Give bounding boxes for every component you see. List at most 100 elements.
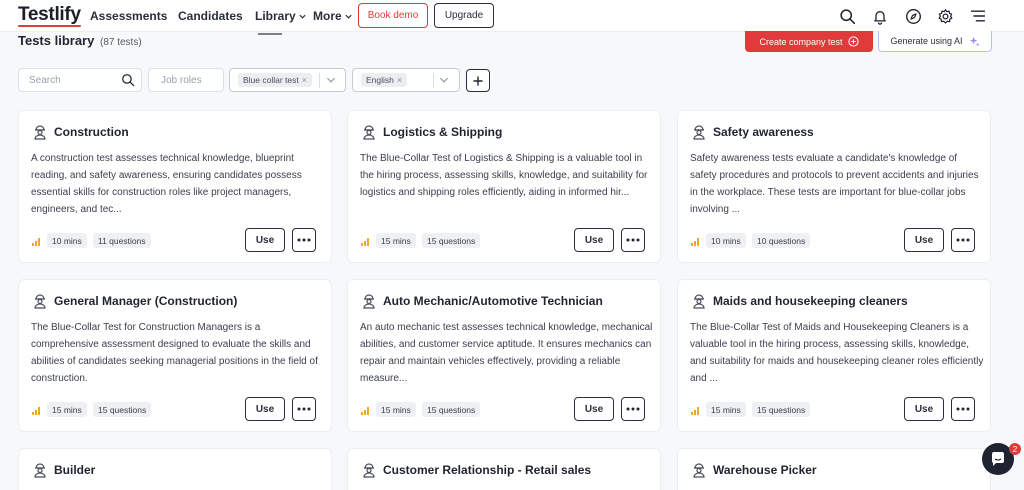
worker-icon	[693, 294, 705, 309]
job-roles-field[interactable]	[148, 68, 224, 92]
worker-icon	[34, 463, 46, 478]
card-description: The Blue-Collar Test of Maids and Housek…	[690, 322, 984, 384]
nav-assessments[interactable]: Assessments	[90, 9, 167, 23]
test-card[interactable]: Construction A construction test assesse…	[18, 110, 332, 263]
select-divider	[319, 73, 320, 88]
more-dots-icon	[297, 407, 311, 411]
category-chip: Blue collar test ×	[238, 73, 313, 87]
test-card[interactable]: Warehouse Picker	[677, 448, 991, 490]
worker-icon	[363, 463, 375, 478]
card-title: Customer Relationship - Retail sales	[383, 463, 592, 477]
search-input[interactable]	[29, 74, 119, 86]
use-button[interactable]: Use	[245, 228, 285, 252]
worker-icon	[34, 294, 46, 309]
card-title: Warehouse Picker	[713, 463, 817, 477]
upgrade-button[interactable]: Upgrade	[434, 3, 494, 28]
chat-unread-badge: 2	[1009, 443, 1021, 455]
use-button[interactable]: Use	[904, 228, 944, 252]
test-count: (87 tests)	[99, 37, 142, 48]
card-description: The Blue-Collar Test of Logistics & Ship…	[360, 153, 648, 198]
questions-chip: 10 questions	[752, 233, 811, 248]
test-card[interactable]: General Manager (Construction) The Blue-…	[18, 279, 332, 432]
more-dots-icon	[956, 407, 970, 411]
language-select[interactable]: English ×	[352, 68, 460, 92]
compass-icon[interactable]	[903, 6, 923, 26]
card-title: General Manager (Construction)	[54, 294, 238, 308]
more-options-button[interactable]	[292, 228, 316, 252]
generate-using-ai-button[interactable]: Generate using AI	[878, 31, 992, 52]
difficulty-bars-icon	[361, 407, 369, 415]
sparkle-icon	[969, 36, 980, 47]
difficulty-bars-icon	[691, 407, 699, 415]
testlify-logo[interactable]: Testlify	[18, 4, 81, 27]
language-chip: English ×	[361, 73, 408, 87]
chevron-down-icon	[299, 14, 306, 19]
use-button[interactable]: Use	[574, 397, 614, 421]
worker-icon	[363, 125, 375, 140]
use-button[interactable]: Use	[574, 228, 614, 252]
select-divider	[433, 73, 434, 88]
more-dots-icon	[956, 238, 970, 242]
test-card[interactable]: Logistics & Shipping The Blue-Collar Tes…	[347, 110, 661, 263]
duration-chip: 10 mins	[706, 233, 746, 248]
questions-chip: 15 questions	[752, 402, 811, 417]
more-options-button[interactable]	[621, 228, 645, 252]
difficulty-bars-icon	[361, 238, 369, 246]
card-description: An auto mechanic test assesses technical…	[360, 322, 653, 384]
test-card[interactable]: Maids and housekeeping cleaners The Blue…	[677, 279, 991, 432]
card-description: The Blue-Collar Test for Construction Ma…	[31, 322, 318, 384]
more-dots-icon	[297, 238, 311, 242]
job-roles-input[interactable]	[161, 74, 221, 86]
worker-icon	[693, 463, 705, 478]
logo-underline	[18, 25, 81, 27]
card-title: Logistics & Shipping	[383, 125, 503, 139]
more-options-button[interactable]	[951, 228, 975, 252]
menu-icon[interactable]	[968, 6, 988, 26]
card-title: Auto Mechanic/Automotive Technician	[383, 294, 603, 308]
more-options-button[interactable]	[292, 397, 316, 421]
add-filter-button[interactable]	[466, 69, 490, 92]
duration-chip: 15 mins	[706, 402, 746, 417]
difficulty-bars-icon	[691, 238, 699, 246]
chevron-down-icon[interactable]	[325, 74, 337, 86]
top-navbar: Testlify Assessments Candidates Library …	[0, 0, 1024, 32]
search-field[interactable]	[18, 68, 142, 92]
chevron-down-icon[interactable]	[438, 74, 450, 86]
card-title: Construction	[54, 125, 129, 139]
plus-circle-icon	[847, 36, 859, 47]
chip-remove-icon[interactable]: ×	[302, 75, 307, 85]
worker-icon	[693, 125, 705, 140]
book-demo-button[interactable]: Book demo	[358, 3, 428, 28]
nav-library[interactable]: Library	[255, 9, 307, 23]
plus-icon	[473, 76, 483, 85]
chat-icon	[991, 452, 1004, 466]
gear-icon[interactable]	[935, 6, 955, 26]
bell-icon[interactable]	[870, 6, 890, 26]
category-select[interactable]: Blue collar test ×	[229, 68, 346, 92]
difficulty-bars-icon	[32, 238, 40, 246]
nav-more[interactable]: More	[313, 9, 353, 23]
test-card[interactable]: Safety awareness Safety awareness tests …	[677, 110, 991, 263]
create-company-test-button[interactable]: Create company test	[745, 31, 873, 52]
questions-chip: 15 questions	[93, 402, 152, 417]
chip-remove-icon[interactable]: ×	[397, 75, 402, 85]
more-options-button[interactable]	[621, 397, 645, 421]
card-title: Builder	[54, 463, 96, 477]
nav-candidates[interactable]: Candidates	[178, 9, 243, 23]
more-options-button[interactable]	[951, 397, 975, 421]
card-description: A construction test assesses technical k…	[31, 153, 302, 215]
search-icon[interactable]	[121, 73, 135, 87]
test-card[interactable]: Auto Mechanic/Automotive Technician An a…	[347, 279, 661, 432]
duration-chip: 15 mins	[47, 402, 87, 417]
difficulty-bars-icon	[32, 407, 40, 415]
worker-icon	[34, 125, 46, 140]
search-icon[interactable]	[837, 6, 857, 26]
test-card[interactable]: Customer Relationship - Retail sales	[347, 448, 661, 490]
use-button[interactable]: Use	[245, 397, 285, 421]
more-dots-icon	[626, 238, 640, 242]
questions-chip: 11 questions	[93, 233, 151, 248]
card-title: Maids and housekeeping cleaners	[713, 294, 908, 308]
test-card[interactable]: Builder	[18, 448, 332, 490]
use-button[interactable]: Use	[904, 397, 944, 421]
worker-icon	[363, 294, 375, 309]
